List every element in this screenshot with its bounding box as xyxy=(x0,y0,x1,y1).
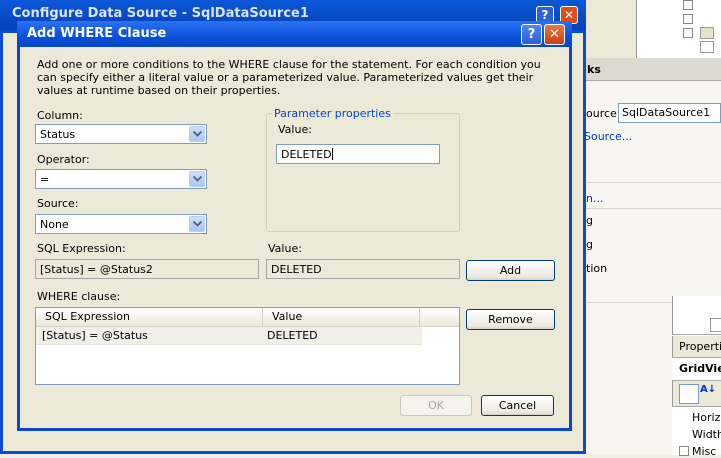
tree-expand-icon[interactable] xyxy=(683,28,693,38)
property-category-misc: Misc xyxy=(692,445,717,458)
task-item[interactable]: g xyxy=(586,238,593,251)
tasks-header xyxy=(586,58,721,81)
tree-expand-icon[interactable] xyxy=(683,14,693,24)
properties-header: Properties xyxy=(679,340,721,353)
configure-source-link[interactable]: Source... xyxy=(584,130,632,143)
tasks-header-title: ks xyxy=(587,63,601,76)
sql-expression-label: SQL Expression: xyxy=(37,242,126,255)
column-label: Column: xyxy=(37,109,83,122)
parameter-properties-title: Parameter properties xyxy=(272,107,393,120)
operator-value: = xyxy=(40,173,50,186)
parameter-value-input[interactable]: DELETED xyxy=(276,144,440,164)
chevron-down-icon[interactable] xyxy=(189,216,205,232)
properties-object-name: GridView xyxy=(679,362,721,375)
add-button[interactable]: Add xyxy=(466,260,555,281)
tree-node-icon xyxy=(710,318,721,332)
dialog-title: Add WHERE Clause xyxy=(27,26,167,41)
ok-button[interactable]: OK xyxy=(400,395,472,416)
parameter-value-label: Value: xyxy=(278,123,312,136)
property-horizontal[interactable]: Horizo xyxy=(692,411,721,424)
divider xyxy=(586,182,721,183)
where-row[interactable]: [Status] = @Status DELETED xyxy=(36,327,422,345)
cancel-button[interactable]: Cancel xyxy=(481,395,554,416)
value-field-value: DELETED xyxy=(271,263,322,276)
where-row-value: DELETED xyxy=(267,329,318,342)
task-item[interactable]: g xyxy=(586,214,593,227)
operator-label: Operator: xyxy=(37,153,90,166)
chevron-down-icon[interactable] xyxy=(189,171,205,187)
source-select-value: SqlDataSource1 xyxy=(622,106,711,119)
tree-expand-icon[interactable] xyxy=(683,0,693,10)
operator-dropdown[interactable]: = xyxy=(35,169,207,189)
column-header-sql-expression[interactable]: SQL Expression xyxy=(36,308,263,326)
task-link[interactable]: n... xyxy=(586,192,603,205)
column-header-value[interactable]: Value xyxy=(263,308,420,326)
source-label: ource: xyxy=(586,107,621,120)
divider xyxy=(586,208,721,209)
collapse-icon[interactable] xyxy=(679,446,689,456)
folder-icon xyxy=(700,27,714,39)
chevron-down-icon[interactable] xyxy=(189,126,205,142)
file-icon xyxy=(700,41,714,53)
sql-expression-field: [Status] = @Status2 xyxy=(35,259,259,279)
close-button[interactable]: ✕ xyxy=(544,24,565,45)
source-value: None xyxy=(40,218,69,231)
alphabetical-icon[interactable]: A↓ xyxy=(700,384,718,402)
source-dropdown[interactable]: None xyxy=(35,214,207,234)
where-clause-label: WHERE clause: xyxy=(37,290,121,303)
sql-expression-value: [Status] = @Status2 xyxy=(40,263,153,276)
column-dropdown[interactable]: Status xyxy=(35,124,207,144)
background-window-title: Configure Data Source - SqlDataSource1 xyxy=(12,6,309,21)
value-field: DELETED xyxy=(266,259,460,279)
source-label: Source: xyxy=(37,197,79,210)
ide-designer-strip xyxy=(586,0,637,58)
parameter-value-text: DELETED xyxy=(281,148,332,161)
dialog-description: Add one or more conditions to the WHERE … xyxy=(37,58,541,97)
source-select[interactable]: SqlDataSource1 xyxy=(618,103,721,123)
property-width[interactable]: Width xyxy=(692,428,721,441)
where-row-expression: [Status] = @Status xyxy=(42,329,148,342)
text-caret xyxy=(331,148,333,160)
column-value: Status xyxy=(40,128,76,141)
task-item[interactable]: tion xyxy=(586,262,607,275)
value-label: Value: xyxy=(268,242,302,255)
remove-button[interactable]: Remove xyxy=(466,309,555,330)
where-list-header: SQL Expression Value xyxy=(36,308,459,327)
categorized-icon[interactable] xyxy=(679,384,699,404)
help-button[interactable]: ? xyxy=(521,24,542,45)
